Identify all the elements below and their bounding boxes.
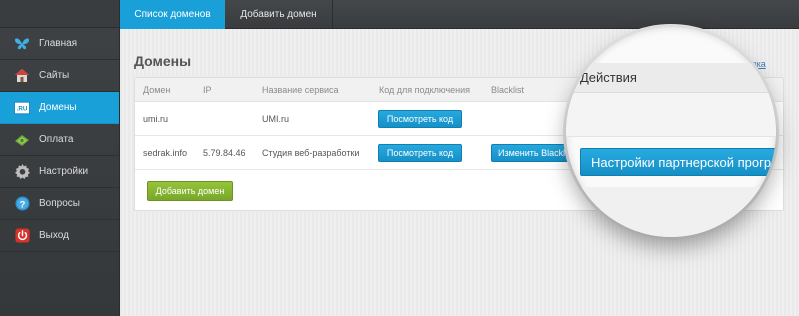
ru-domain-icon: .RU <box>14 100 30 116</box>
actions-column-header: Действия <box>580 70 637 85</box>
power-icon <box>14 228 30 244</box>
sidebar-item-label: Главная <box>39 38 78 49</box>
sidebar-item-label: Выход <box>39 230 69 241</box>
column-header-code: Код для подключения <box>379 85 471 95</box>
sidebar-item-sites[interactable]: Сайты <box>0 60 119 92</box>
money-icon <box>14 132 30 148</box>
magnified-background <box>566 187 776 237</box>
tab-divider <box>332 0 333 29</box>
sidebar-item-label: Сайты <box>39 70 70 81</box>
magnifier-lens: Действия Настройки партнерской программы <box>566 27 776 237</box>
sidebar-item-home[interactable]: Главная <box>0 28 119 60</box>
butterfly-icon <box>14 36 30 52</box>
column-header-domain: Домен <box>143 85 171 95</box>
gear-icon <box>14 164 30 180</box>
question-icon: ? <box>14 196 30 212</box>
top-tabs-bar: Список доменов Добавить домен <box>120 0 799 29</box>
sidebar-header <box>0 0 119 28</box>
view-code-button[interactable]: Посмотреть код <box>378 144 462 162</box>
add-domain-button[interactable]: Добавить домен <box>147 181 233 201</box>
sidebar-item-label: Настройки <box>39 166 89 177</box>
service-cell: UMI.ru <box>262 114 289 124</box>
sidebar-item-label: Домены <box>39 102 77 113</box>
svg-text:.RU: .RU <box>17 105 28 112</box>
page-title: Домены <box>134 53 192 69</box>
sidebar-item-logout[interactable]: Выход <box>0 220 119 252</box>
sidebar: Главная Сайты .RU Домены Оплата Настройк… <box>0 0 120 316</box>
svg-text:?: ? <box>19 199 25 209</box>
sidebar-item-settings[interactable]: Настройки <box>0 156 119 188</box>
magnified-row <box>566 93 776 137</box>
column-header-service: Название сервиса <box>262 85 339 95</box>
domain-cell: sedrak.info <box>143 148 188 158</box>
tab-add-domain[interactable]: Добавить домен <box>225 0 332 29</box>
sidebar-item-questions[interactable]: ? Вопросы <box>0 188 119 220</box>
service-cell: Студия веб-разработки <box>262 148 360 158</box>
sidebar-item-payment[interactable]: Оплата <box>0 124 119 156</box>
partner-program-settings-button[interactable]: Настройки партнерской программы <box>580 148 776 176</box>
ip-cell: 5.79.84.46 <box>203 148 246 158</box>
view-code-button[interactable]: Посмотреть код <box>378 110 462 128</box>
domain-cell: umi.ru <box>143 114 169 124</box>
sidebar-item-domains[interactable]: .RU Домены <box>0 92 119 124</box>
sidebar-item-label: Вопросы <box>39 198 80 209</box>
column-header-blacklist: Blacklist <box>491 85 525 95</box>
column-header-ip: IP <box>203 85 212 95</box>
house-icon <box>14 68 30 84</box>
tab-domain-list[interactable]: Список доменов <box>120 0 225 29</box>
sidebar-item-label: Оплата <box>39 134 74 145</box>
